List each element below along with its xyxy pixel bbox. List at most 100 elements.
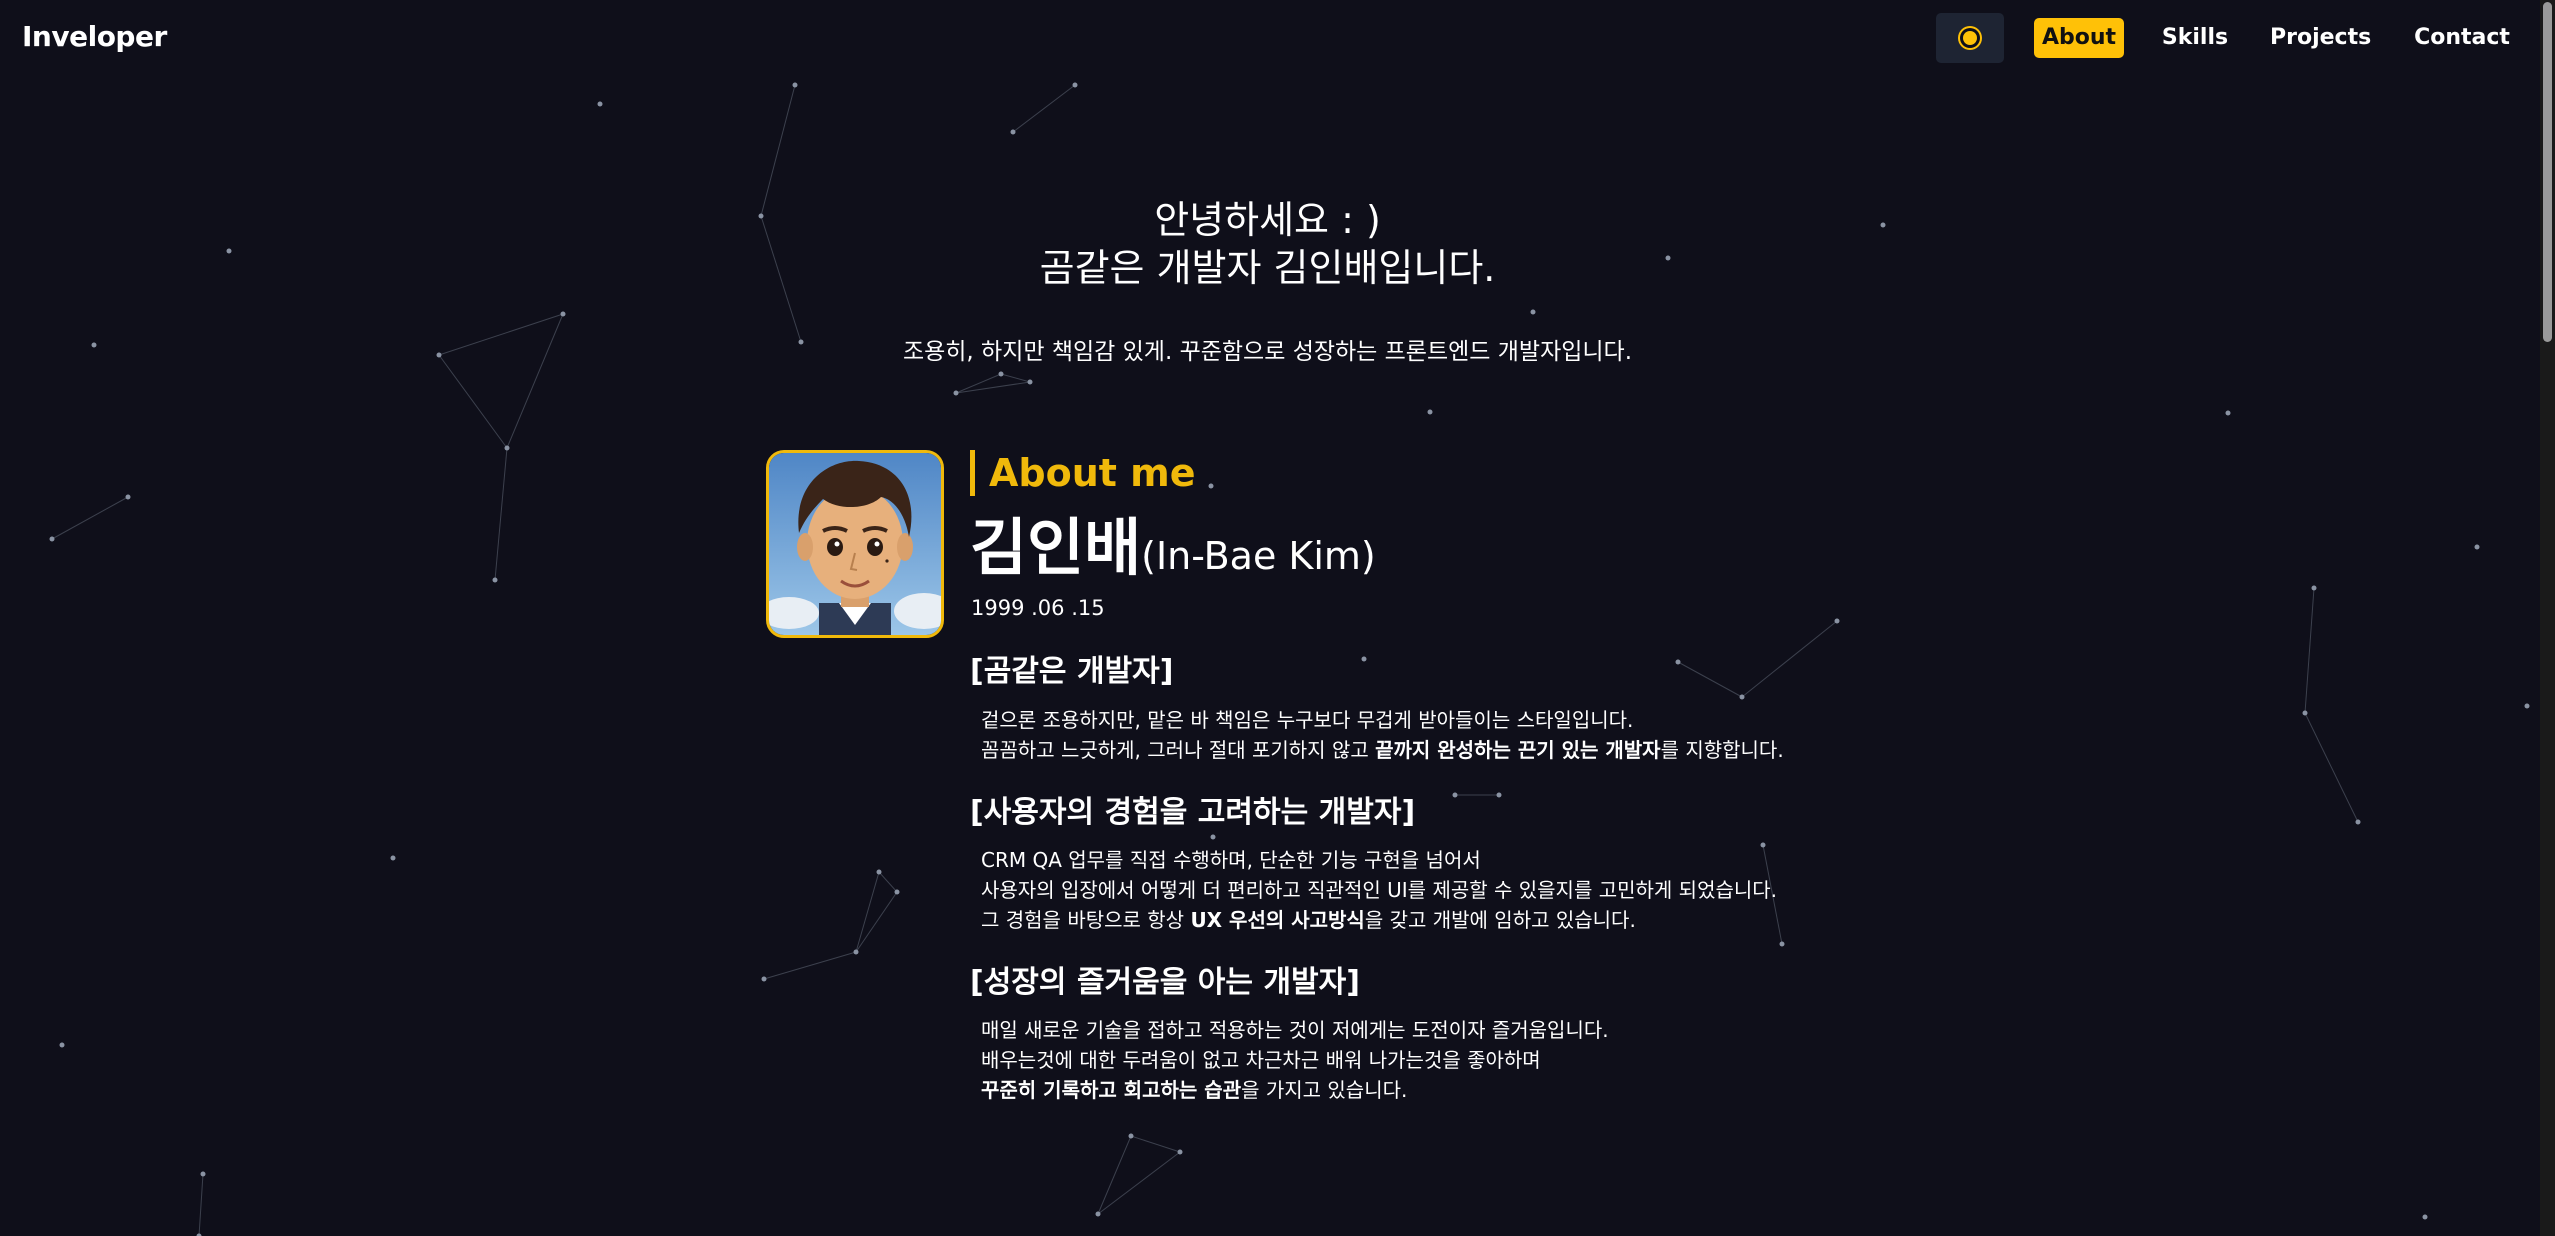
star-dot xyxy=(49,536,55,542)
star-dot xyxy=(597,101,603,107)
greeting-line-1: 안녕하세요 : ) xyxy=(1154,198,1381,242)
constellation-line xyxy=(438,313,564,356)
block-line: 겉으론 조용하지만, 맡은 바 책임은 누구보다 무겁게 받아들이는 스타일입니… xyxy=(981,708,1634,732)
star-dot xyxy=(1496,792,1502,798)
constellation-line xyxy=(955,381,1031,394)
block-heading-ux: [사용자의 경험을 고려하는 개발자] xyxy=(970,795,1416,830)
avatar-illustration xyxy=(769,453,941,635)
nav-projects[interactable]: Projects xyxy=(2270,18,2371,58)
block-heading-growth: [성장의 즐거움을 아는 개발자] xyxy=(970,965,1360,1000)
star-dot xyxy=(436,352,442,358)
star-dot xyxy=(91,342,97,348)
star-dot xyxy=(125,494,131,500)
star-dot xyxy=(792,82,798,88)
line-emphasis: 끝까지 완성하는 끈기 있는 개발자 xyxy=(1375,738,1661,762)
star-dot xyxy=(2225,410,2231,416)
constellation-line xyxy=(1097,1135,1132,1215)
constellation-line xyxy=(51,496,129,540)
nav-about[interactable]: About xyxy=(2034,18,2124,58)
star-dot xyxy=(2311,585,2317,591)
star-dot xyxy=(1452,792,1458,798)
page: Inveloper About Skills Projects Contact … xyxy=(0,0,2555,1236)
star-dot xyxy=(1095,1211,1101,1217)
about-section-title: About me xyxy=(970,450,1196,496)
nav-contact[interactable]: Contact xyxy=(2408,18,2516,58)
sun-icon xyxy=(1963,31,1977,45)
block-line: 꼼꼼하고 느긋하게, 그러나 절대 포기하지 않고 끝까지 완성하는 끈기 있는… xyxy=(981,735,1784,765)
star-dot xyxy=(953,390,959,396)
theme-toggle-button[interactable] xyxy=(1936,13,2004,63)
star-dot xyxy=(758,213,764,219)
star-dot xyxy=(226,248,232,254)
constellation-line xyxy=(763,951,857,980)
avatar xyxy=(766,450,944,638)
constellation-line xyxy=(438,354,508,449)
block-line: 매일 새로운 기술을 접하고 적용하는 것이 저에게는 도전이자 즐거움입니다. xyxy=(981,1018,1609,1042)
constellation-line xyxy=(494,447,508,581)
constellation-line xyxy=(760,215,802,343)
logo[interactable]: Inveloper xyxy=(22,20,167,53)
greeting-line-2: 곰같은 개발자 김인배입니다. xyxy=(1039,246,1496,290)
star-dot xyxy=(1010,129,1016,135)
star-dot xyxy=(1834,618,1840,624)
constellation-line xyxy=(1677,661,1743,698)
star-dot xyxy=(560,311,566,317)
star-dot xyxy=(1208,483,1214,489)
block-text-ux: CRM QA 업무를 직접 수행하며, 단순한 기능 구현을 넘어서 사용자의 … xyxy=(981,845,1777,935)
line-text: 를 지향합니다. xyxy=(1660,738,1784,762)
star-dot xyxy=(894,889,900,895)
star-dot xyxy=(1530,309,1536,315)
constellation-line xyxy=(1097,1151,1181,1215)
star-dot xyxy=(876,869,882,875)
block-text-growth: 매일 새로운 기술을 접하고 적용하는 것이 저에게는 도전이자 즐거움입니다.… xyxy=(981,1015,1609,1105)
block-text-bear: 겉으론 조용하지만, 맡은 바 책임은 누구보다 무겁게 받아들이는 스타일입니… xyxy=(981,705,1784,765)
star-dot xyxy=(761,976,767,982)
star-dot xyxy=(390,855,396,861)
star-dot xyxy=(200,1171,206,1177)
constellation-line xyxy=(198,1173,204,1236)
hero-tagline: 조용히, 하지만 책임감 있게. 꾸준함으로 성장하는 프론트엔드 개발자입니다… xyxy=(902,339,1633,365)
block-heading-bear: [곰같은 개발자] xyxy=(970,654,1174,689)
constellation-line xyxy=(1130,1135,1181,1153)
name-english: (In-Bae Kim) xyxy=(1141,534,1376,578)
line-emphasis: 꾸준히 기록하고 회고하는 습관 xyxy=(981,1078,1242,1102)
constellation-line xyxy=(855,871,880,953)
star-dot xyxy=(1128,1133,1134,1139)
line-text: 꼼꼼하고 느긋하게, 그러나 절대 포기하지 않고 xyxy=(981,738,1376,762)
star-dot xyxy=(1427,409,1433,415)
name-row: 김인배(In-Bae Kim) xyxy=(970,508,1376,604)
star-dot xyxy=(1675,659,1681,665)
star-dot xyxy=(1072,82,1078,88)
line-text: 을 가지고 있습니다. xyxy=(1241,1078,1408,1102)
star-dot xyxy=(59,1042,65,1048)
line-text: 그 경험을 바탕으로 항상 xyxy=(981,908,1191,932)
constellation-line xyxy=(2304,712,2359,823)
star-dot xyxy=(1880,222,1886,228)
constellation-line xyxy=(1741,620,1838,698)
star-dot xyxy=(2302,710,2308,716)
star-dot xyxy=(1210,834,1216,840)
star-dot xyxy=(2422,1214,2428,1220)
line-emphasis: UX 우선의 사고방식 xyxy=(1190,908,1365,932)
constellation-line xyxy=(855,891,898,953)
star-dot xyxy=(492,577,498,583)
star-dot xyxy=(1361,656,1367,662)
hero-greeting: 안녕하세요 : ) 곰같은 개발자 김인배입니다. xyxy=(800,196,1735,292)
block-line: CRM QA 업무를 직접 수행하며, 단순한 기능 구현을 넘어서 xyxy=(981,848,1481,872)
name-korean: 김인배 xyxy=(970,511,1142,584)
constellation-line xyxy=(1012,84,1076,133)
star-dot xyxy=(998,371,1004,377)
nav-skills[interactable]: Skills xyxy=(2150,18,2240,58)
star-dot xyxy=(2474,544,2480,550)
star-dot xyxy=(2524,703,2530,709)
constellation-line xyxy=(878,871,898,893)
star-dot xyxy=(2355,819,2361,825)
constellation-line xyxy=(2304,587,2315,714)
scrollbar-thumb[interactable] xyxy=(2543,2,2552,342)
block-line: 그 경험을 바탕으로 항상 UX 우선의 사고방식을 갖고 개발에 임하고 있습… xyxy=(981,905,1777,935)
block-line: 꾸준히 기록하고 회고하는 습관을 가지고 있습니다. xyxy=(981,1075,1609,1105)
scrollbar[interactable] xyxy=(2540,0,2555,1236)
block-line: 사용자의 입장에서 어떻게 더 편리하고 직관적인 UI를 제공할 수 있을지를… xyxy=(981,878,1778,902)
star-dot xyxy=(1027,379,1033,385)
birth-date: 1999 .06 .15 xyxy=(971,596,1105,620)
